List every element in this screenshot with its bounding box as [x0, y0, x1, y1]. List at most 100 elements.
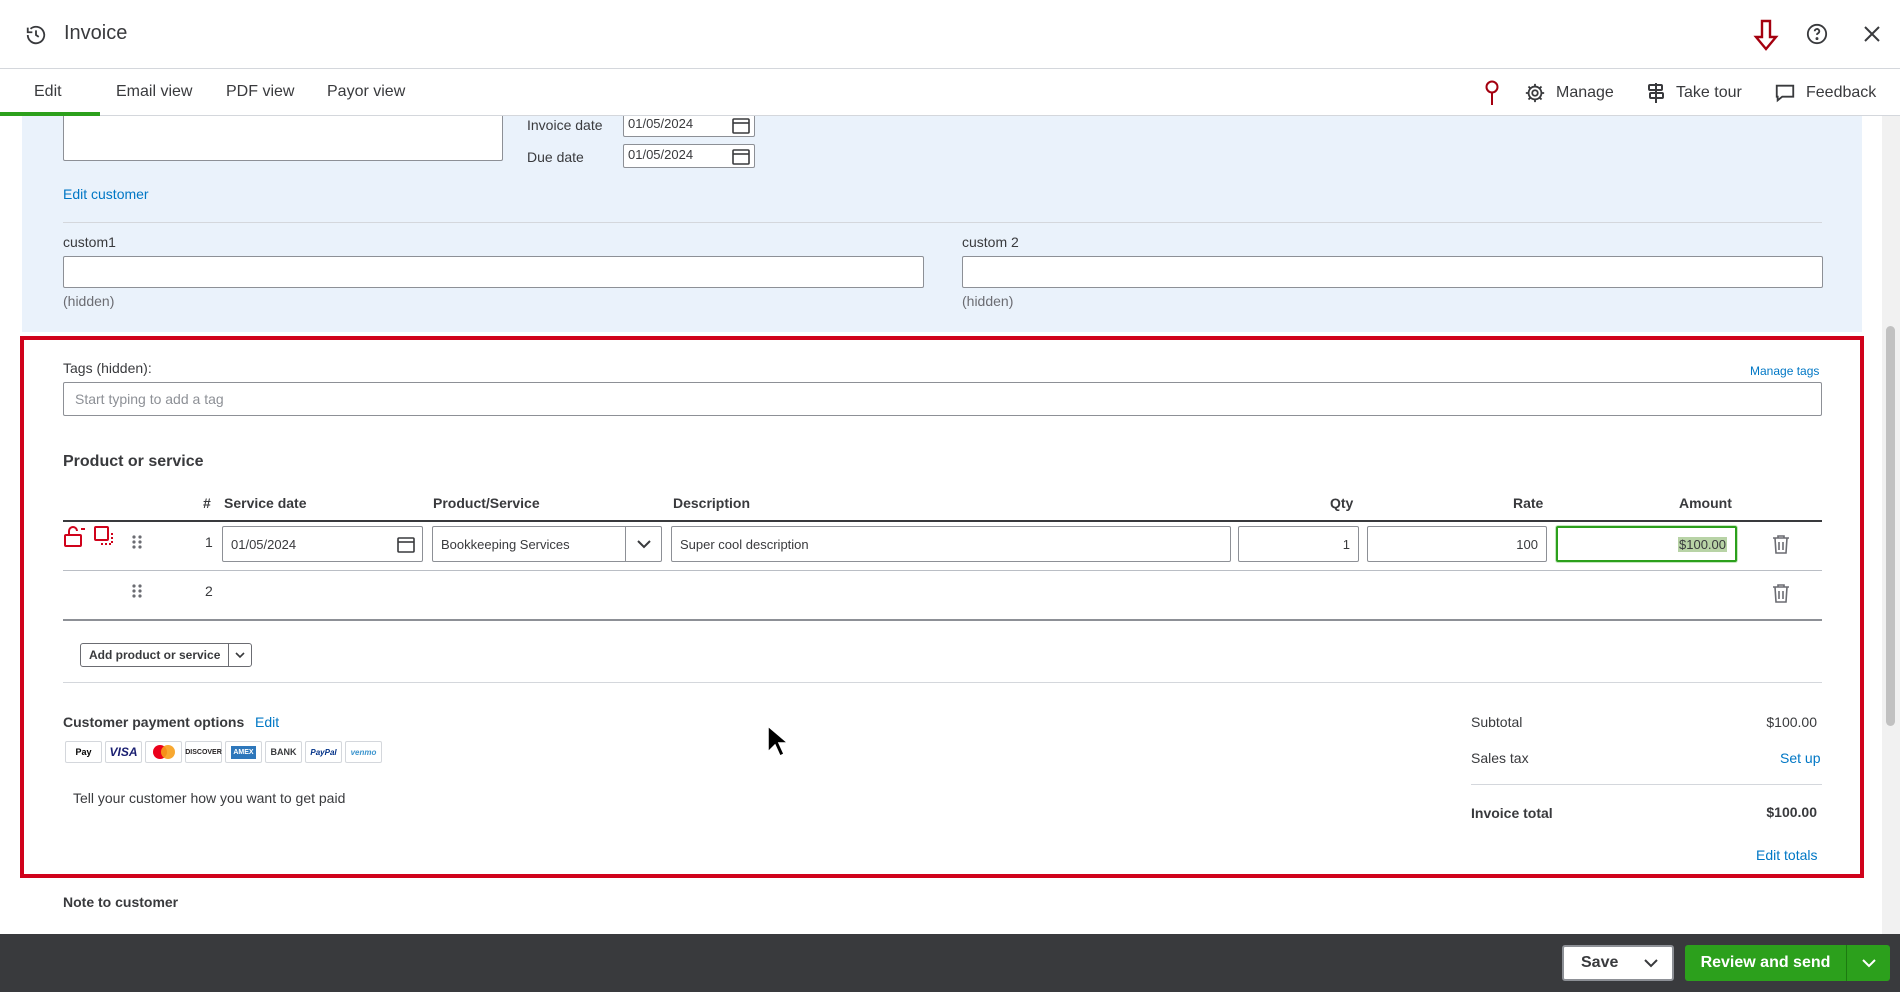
row-number: 1 [205, 534, 213, 550]
take-tour-label: Take tour [1676, 84, 1742, 101]
drag-handle-icon[interactable] [131, 534, 143, 550]
product-dropdown-toggle[interactable] [625, 527, 661, 561]
bank-icon: BANK [265, 741, 302, 763]
header-bar: Invoice [0, 0, 1900, 69]
due-date-label: Due date [527, 149, 584, 165]
save-dropdown-chevron-icon[interactable] [1644, 958, 1658, 968]
payment-instructions[interactable]: Tell your customer how you want to get p… [73, 790, 345, 806]
mastercard-icon [145, 741, 182, 763]
service-date-field[interactable]: 01/05/2024 [222, 526, 423, 562]
col-header-product: Product/Service [433, 495, 540, 511]
gear-icon [1525, 83, 1545, 103]
invoice-form: Invoice date 01/05/2024 Due date 01/05/2… [0, 116, 1882, 934]
custom1-input[interactable] [63, 256, 924, 288]
amount-value: $100.00 [1678, 536, 1727, 552]
invoice-total-label: Invoice total [1471, 805, 1553, 821]
invoice-date-value: 01/05/2024 [628, 116, 694, 131]
take-tour-button[interactable]: Take tour [1646, 81, 1742, 105]
help-icon[interactable] [1806, 23, 1828, 45]
mouse-cursor-icon [767, 724, 788, 758]
edit-payment-link[interactable]: Edit [255, 714, 279, 730]
down-arrow-icon[interactable] [1752, 19, 1780, 51]
sales-tax-label: Sales tax [1471, 750, 1529, 766]
add-product-dropdown[interactable] [229, 644, 251, 666]
duplicate-icon[interactable] [93, 525, 115, 547]
subtotal-value: $100.00 [1766, 714, 1817, 730]
scrollbar-thumb[interactable] [1886, 326, 1895, 726]
trash-icon[interactable] [1772, 534, 1790, 554]
manage-button[interactable]: Manage [1524, 81, 1614, 105]
chat-bubble-icon [1775, 84, 1795, 103]
col-header-num: # [203, 495, 211, 511]
page-title: Invoice [64, 22, 128, 44]
totals-divider [1471, 784, 1822, 785]
add-product-button-group: Add product or service [80, 643, 253, 667]
close-icon[interactable] [1862, 24, 1882, 44]
table-header-line [63, 520, 1822, 522]
edit-totals-link[interactable]: Edit totals [1756, 847, 1817, 863]
invoice-date-label: Invoice date [527, 117, 603, 133]
chevron-down-icon [1861, 958, 1876, 967]
manage-label: Manage [1556, 84, 1614, 101]
sales-tax-setup-link[interactable]: Set up [1780, 750, 1820, 766]
save-button[interactable]: Save [1564, 954, 1644, 972]
trash-icon[interactable] [1772, 583, 1790, 603]
product-value: Bookkeeping Services [441, 536, 570, 552]
calendar-icon[interactable] [732, 148, 750, 165]
custom2-label: custom 2 [962, 234, 1019, 250]
manage-tags-link[interactable]: Manage tags [1750, 364, 1819, 378]
qty-value: 1 [1342, 536, 1350, 552]
rate-field[interactable]: 100 [1367, 526, 1547, 562]
tab-pdf-view[interactable]: PDF view [226, 83, 294, 101]
calendar-icon[interactable] [397, 536, 415, 553]
col-header-qty: Qty [1330, 495, 1354, 511]
custom1-hidden-note: (hidden) [63, 293, 115, 309]
tags-input[interactable]: Start typing to add a tag [63, 382, 1822, 416]
review-send-dropdown[interactable] [1847, 958, 1890, 968]
feedback-label: Feedback [1806, 84, 1877, 101]
section-divider [63, 682, 1822, 683]
qty-field[interactable]: 1 [1238, 526, 1359, 562]
service-date-value: 01/05/2024 [231, 536, 297, 552]
col-header-description: Description [673, 495, 751, 511]
rate-value: 100 [1516, 536, 1538, 552]
pin-icon[interactable] [1484, 80, 1500, 106]
review-and-send-button[interactable]: Review and send [1685, 945, 1847, 981]
custom2-hidden-note: (hidden) [962, 293, 1014, 309]
calendar-icon[interactable] [732, 117, 750, 134]
review-send-button-group: Review and send [1685, 945, 1890, 981]
payment-options-title: Customer payment options [63, 714, 245, 730]
col-header-service-date: Service date [224, 495, 307, 511]
due-date-value: 01/05/2024 [628, 147, 694, 162]
view-tabs: Edit Email view PDF view Payor view Mana… [0, 69, 1900, 116]
history-icon[interactable] [25, 24, 47, 46]
unlock-icon[interactable] [63, 526, 87, 548]
save-button-group: Save [1562, 945, 1674, 981]
row-divider [63, 570, 1822, 571]
chevron-down-icon [636, 539, 651, 548]
tab-email-view[interactable]: Email view [116, 83, 192, 101]
add-product-button[interactable]: Add product or service [81, 644, 230, 666]
tab-edit[interactable]: Edit [34, 83, 62, 101]
custom1-label: custom1 [63, 234, 116, 250]
tab-payor-view[interactable]: Payor view [327, 83, 405, 101]
due-date-field[interactable]: 01/05/2024 [623, 144, 755, 168]
product-section-title: Product or service [63, 453, 204, 470]
chevron-down-icon [235, 651, 245, 658]
row-number: 2 [205, 583, 213, 599]
payment-method-icons: Pay VISA DISCOVER AMEX BANK PayPal venmo [65, 741, 382, 763]
amount-field[interactable]: $100.00 [1556, 526, 1737, 562]
product-select[interactable]: Bookkeeping Services [432, 526, 662, 562]
billing-address-field[interactable] [63, 116, 503, 161]
custom2-input[interactable] [962, 256, 1823, 288]
invoice-date-field[interactable]: 01/05/2024 [623, 116, 755, 137]
section-divider [63, 222, 1822, 223]
edit-customer-link[interactable]: Edit customer [63, 186, 149, 202]
amex-icon: AMEX [225, 741, 262, 763]
drag-handle-icon[interactable] [131, 583, 143, 599]
feedback-button[interactable]: Feedback [1774, 81, 1876, 105]
table-bottom-line [63, 619, 1822, 621]
description-field[interactable]: Super cool description [671, 526, 1231, 562]
paypal-icon: PayPal [305, 741, 342, 763]
tags-label: Tags (hidden): [63, 360, 152, 376]
